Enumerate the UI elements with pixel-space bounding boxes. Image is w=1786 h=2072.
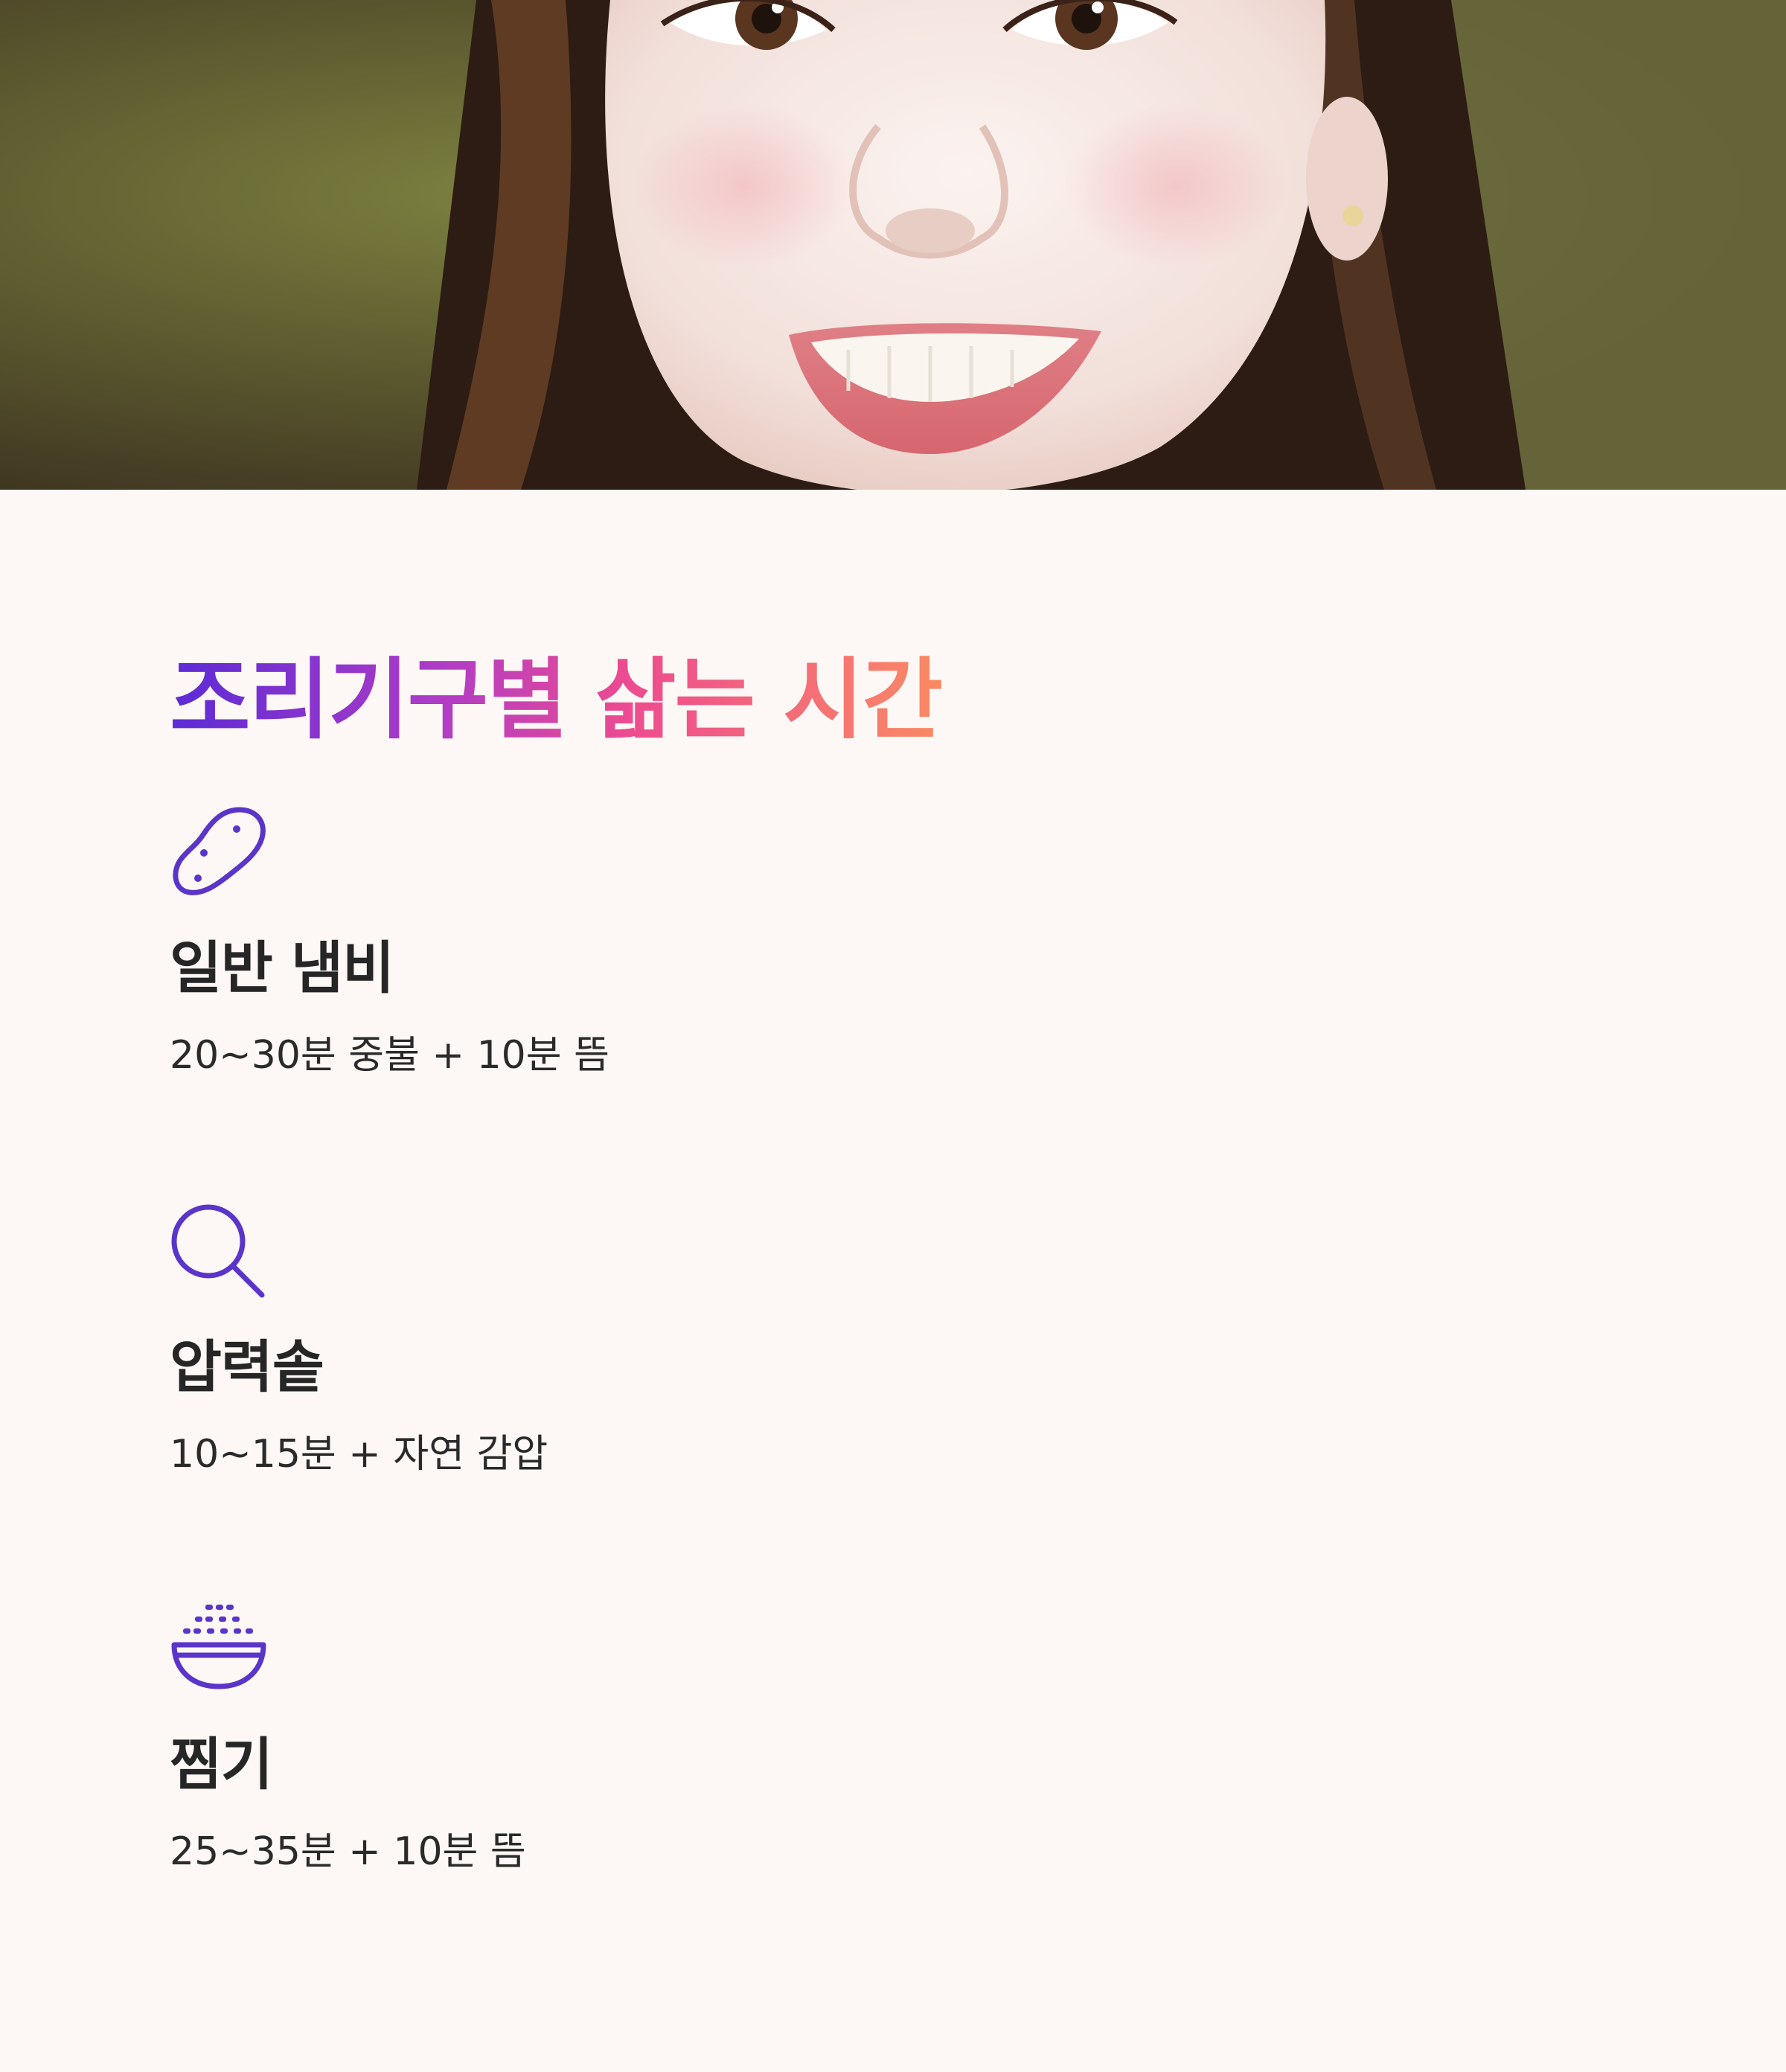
method-name: 일반 냄비 [170,935,394,1001]
magnifier-icon [171,1204,265,1298]
steaming-bowl-icon [171,1605,266,1689]
method-item-pressure-cooker: 압력솥 10~15분 + 자연 감압 [170,1203,1584,1478]
potato-icon [173,807,266,895]
method-name: 찜기 [170,1731,273,1797]
cooking-times-section: 조리기구별 삶는 시간 일반 냄비 20~30분 중불 + 10분 뜸 압력솥 … [170,648,1584,1874]
method-time: 25~35분 + 10분 뜸 [170,1829,526,1874]
method-item-pot: 일반 냄비 20~30분 중불 + 10분 뜸 [170,804,1584,1079]
method-item-steamer: 찜기 25~35분 + 10분 뜸 [170,1600,1584,1876]
method-name: 압력솥 [170,1334,324,1400]
method-time: 10~15분 + 자연 감압 [170,1432,548,1477]
hero-image [0,0,1786,490]
section-title: 조리기구별 삶는 시간 [170,648,943,751]
method-time: 20~30분 중불 + 10분 뜸 [170,1033,609,1078]
portrait-illustration [0,0,1786,490]
